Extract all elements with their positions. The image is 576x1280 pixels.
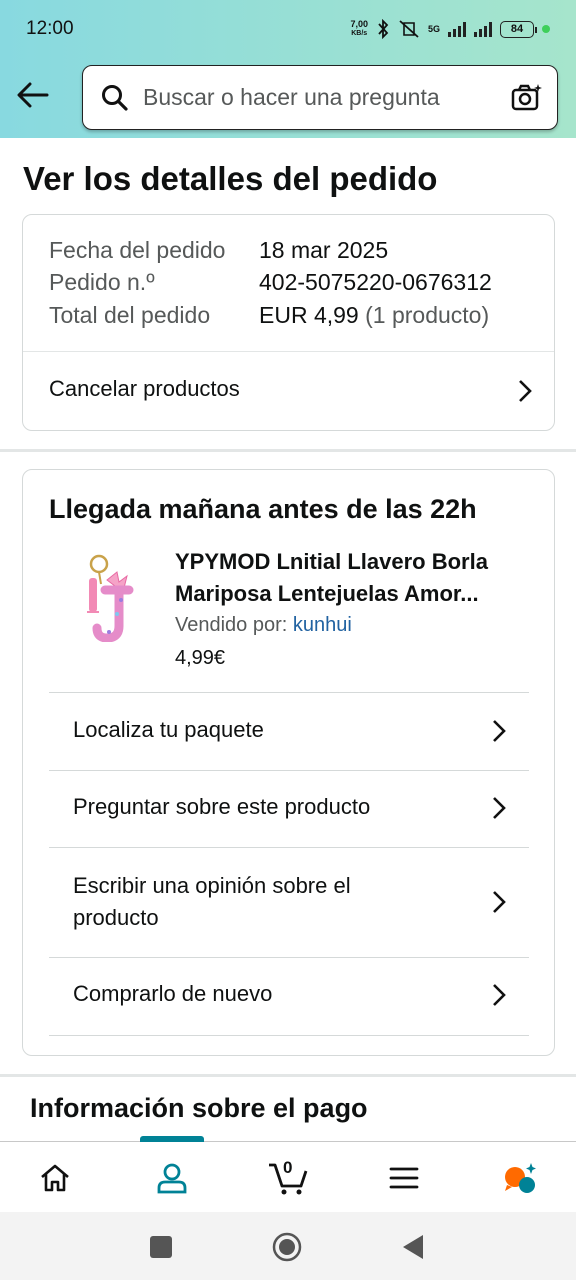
shipment-card: Llegada mañana antes de las 22h YPYMOD L… xyxy=(22,469,555,1056)
recents-button[interactable] xyxy=(146,1232,176,1262)
sold-by: Vendido por: kunhui xyxy=(175,614,352,637)
sold-by-label: Vendido por: xyxy=(175,614,288,636)
chevron-right-icon xyxy=(493,720,506,742)
signal-icon xyxy=(448,21,466,37)
track-package-row[interactable]: Localiza tu paquete xyxy=(49,693,529,770)
bottom-nav: 0 xyxy=(0,1136,576,1213)
write-review-row[interactable]: Escribir una opinión sobre el producto xyxy=(49,848,529,958)
chevron-right-icon xyxy=(493,891,506,913)
cancel-products-label: Cancelar productos xyxy=(49,376,240,401)
square-icon xyxy=(150,1236,172,1258)
order-date-label: Fecha del pedido xyxy=(49,237,226,263)
net-speed: 7,00 KB/s xyxy=(350,19,368,39)
write-review-label: Escribir una opinión sobre el producto xyxy=(73,873,351,930)
buy-again-label: Comprarlo de nuevo xyxy=(73,981,273,1006)
payment-info-heading: Información sobre el pago xyxy=(30,1093,368,1123)
camera-icon[interactable] xyxy=(511,83,543,113)
cart-count: 0 xyxy=(283,1158,293,1177)
ai-assistant-icon xyxy=(505,1162,536,1193)
order-total-items: (1 producto) xyxy=(365,302,490,328)
section-divider xyxy=(0,1074,576,1077)
arrival-heading: Llegada mañana antes de las 22h xyxy=(49,494,477,524)
nav-rufus-assistant[interactable] xyxy=(480,1142,560,1213)
menu-icon xyxy=(389,1167,419,1188)
product-title-link[interactable]: YPYMOD Lnitial Llavero Borla Mariposa Le… xyxy=(175,546,535,610)
status-icons: 7,00 KB/s 5G 84 xyxy=(350,19,550,39)
order-number-value: 402-5075220-0676312 xyxy=(259,269,492,295)
search-icon xyxy=(102,84,128,111)
ask-product-label: Preguntar sobre este producto xyxy=(73,794,371,819)
mute-vibrate-icon xyxy=(399,20,419,38)
order-date-value: 18 mar 2025 xyxy=(259,237,389,263)
net-speed-value: 7,00 xyxy=(350,19,368,29)
nav-home[interactable] xyxy=(15,1142,95,1213)
order-number-label: Pedido n.º xyxy=(49,269,155,295)
home-system-button[interactable] xyxy=(272,1232,302,1262)
track-package-label: Localiza tu paquete xyxy=(73,717,264,742)
page-title: Ver los detalles del pedido xyxy=(23,160,438,197)
chevron-right-icon xyxy=(493,984,506,1006)
buy-again-row[interactable]: Comprarlo de nuevo xyxy=(49,958,529,1035)
back-system-button[interactable] xyxy=(398,1232,428,1262)
order-summary-card: Fecha del pedido 18 mar 2025 Pedido n.º … xyxy=(22,214,555,431)
privacy-dot-icon xyxy=(542,25,550,33)
ask-product-row[interactable]: Preguntar sobre este producto xyxy=(49,771,529,848)
product-price: 4,99€ xyxy=(175,647,226,669)
bluetooth-icon xyxy=(378,19,389,39)
search-bar[interactable]: Buscar o hacer una pregunta xyxy=(82,65,558,130)
battery-icon: 84 xyxy=(500,20,537,38)
status-time: 12:00 xyxy=(26,18,74,39)
triangle-back-icon xyxy=(403,1235,423,1259)
chevron-right-icon xyxy=(493,797,506,819)
order-total-value: EUR 4,99 xyxy=(259,302,359,328)
circle-icon xyxy=(272,1232,302,1262)
system-nav-bar xyxy=(0,1212,576,1280)
back-arrow-icon xyxy=(17,82,49,108)
back-button[interactable] xyxy=(14,76,52,114)
battery-level: 84 xyxy=(510,23,524,35)
header: 12:00 7,00 KB/s 5G 84 Buscar o hacer una… xyxy=(0,0,576,138)
section-divider xyxy=(0,449,576,452)
home-icon xyxy=(41,1164,69,1191)
nav-menu[interactable] xyxy=(364,1142,444,1213)
account-icon xyxy=(157,1163,187,1193)
search-input[interactable]: Buscar o hacer una pregunta xyxy=(143,84,511,111)
divider xyxy=(49,1035,529,1036)
status-bar: 12:00 7,00 KB/s 5G 84 xyxy=(0,0,576,58)
nav-account[interactable] xyxy=(132,1142,212,1213)
order-total-label: Total del pedido xyxy=(49,302,211,328)
cancel-products-row[interactable]: Cancelar productos xyxy=(23,352,554,430)
network-type: 5G xyxy=(427,24,440,34)
nav-cart[interactable]: 0 xyxy=(248,1142,328,1213)
net-speed-unit: KB/s xyxy=(351,30,368,37)
order-total: EUR 4,99 (1 producto) xyxy=(259,302,489,329)
product-image[interactable] xyxy=(69,552,157,642)
seller-link[interactable]: kunhui xyxy=(293,614,352,636)
signal-icon-2 xyxy=(474,21,492,37)
chevron-right-icon xyxy=(519,380,532,402)
